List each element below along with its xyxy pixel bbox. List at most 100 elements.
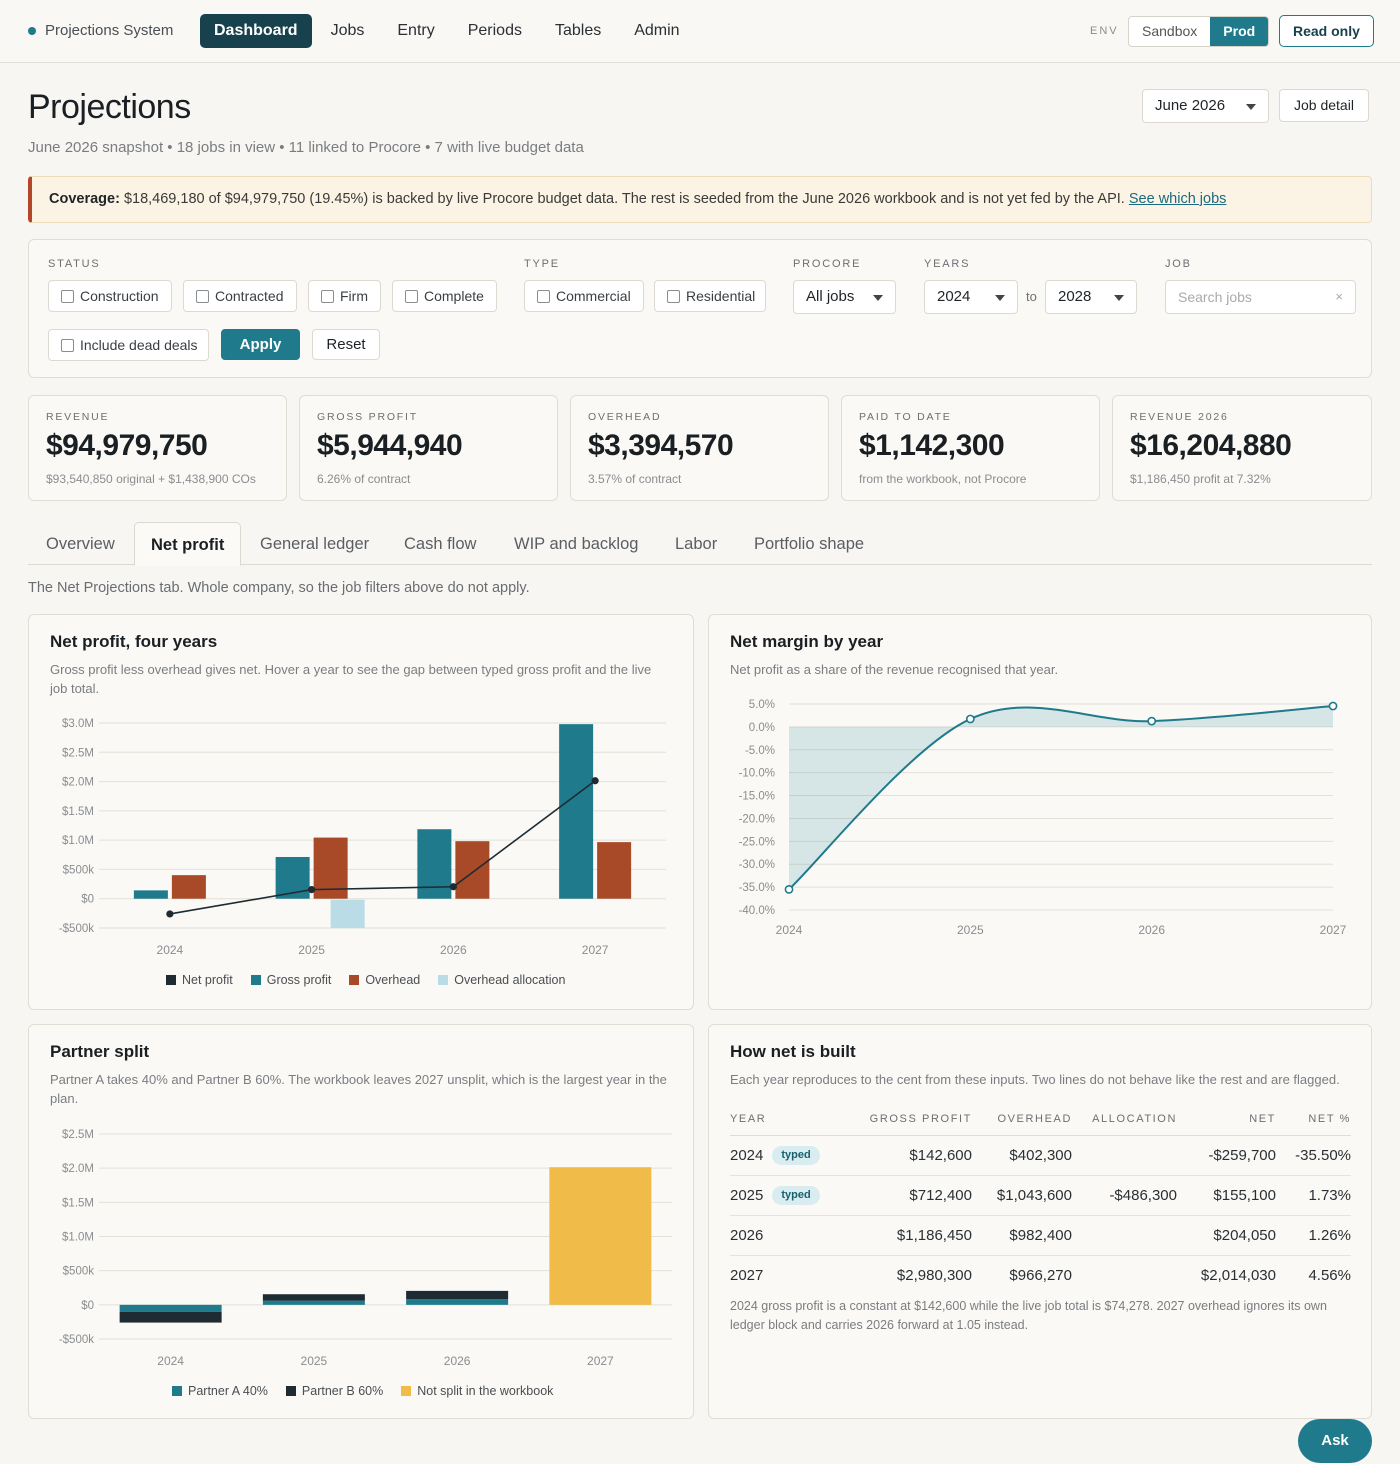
see-which-jobs-link[interactable]: See which jobs: [1129, 191, 1227, 207]
nav-periods[interactable]: Periods: [454, 14, 536, 48]
nav-jobs[interactable]: Jobs: [317, 14, 379, 48]
kpi-label: PAID TO DATE: [859, 411, 952, 423]
y-tick-label: $0: [81, 894, 94, 906]
job-label: JOB: [1165, 258, 1192, 270]
chevron-down-icon: [1246, 104, 1256, 110]
cell-gross: $1,186,450: [850, 1215, 972, 1256]
y-tick-label: $1.5M: [62, 806, 94, 818]
table-row: 2024 typed $142,600 $402,300 -$259,700 -3…: [730, 1135, 1351, 1176]
partner-split-card: Partner split Partner A takes 40% and Pa…: [28, 1024, 694, 1419]
y-tick-label: -$500k: [59, 923, 94, 935]
tab-overview[interactable]: Overview: [46, 522, 115, 565]
status-firm-checkbox[interactable]: Firm: [308, 280, 381, 312]
cell-year: 2024 typed: [730, 1135, 850, 1176]
x-tick-label: 2025: [298, 943, 325, 957]
nav-entry[interactable]: Entry: [383, 14, 448, 48]
type-commercial-checkbox[interactable]: Commercial: [524, 280, 644, 312]
brand[interactable]: Projections System: [28, 22, 173, 39]
y-tick-label: -15.0%: [739, 791, 775, 803]
kpi-label: REVENUE: [46, 411, 110, 423]
x-tick-label: 2026: [444, 1354, 471, 1368]
partner-split-bar: [119, 1304, 222, 1312]
kpi-note: $93,540,850 original + $1,438,900 COs: [46, 472, 256, 486]
x-tick-label: 2026: [1138, 923, 1165, 937]
read-only-button[interactable]: Read only: [1279, 15, 1374, 47]
cell-year: 2025 typed: [730, 1175, 850, 1216]
kpi-overhead: OVERHEAD $3,394,570 3.57% of contract: [570, 395, 829, 501]
kpi-label: REVENUE 2026: [1130, 411, 1229, 423]
net-profit-point: [591, 777, 599, 785]
y-tick-label: -$500k: [59, 1334, 94, 1346]
gross-profit-bar: [417, 829, 452, 899]
nav-dashboard[interactable]: Dashboard: [200, 14, 312, 48]
coverage-label: Coverage:: [49, 191, 120, 207]
tab-general-ledger[interactable]: General ledger: [260, 522, 369, 565]
ask-button[interactable]: Ask: [1298, 1419, 1372, 1463]
cell-overhead: $966,270: [1009, 1266, 1072, 1284]
cell-net-pct: 4.56%: [1308, 1266, 1351, 1284]
cell-net-pct: 1.26%: [1276, 1215, 1351, 1256]
procore-value: All jobs: [806, 288, 855, 305]
cell-net: $2,014,030: [1200, 1266, 1276, 1284]
tab-wip-backlog[interactable]: WIP and backlog: [514, 522, 638, 565]
col-net-pct: NET %: [1276, 1103, 1351, 1136]
tab-portfolio-shape[interactable]: Portfolio shape: [754, 522, 864, 565]
status-complete-checkbox[interactable]: Complete: [392, 280, 497, 312]
years-label: YEARS: [924, 258, 971, 270]
tab-labor[interactable]: Labor: [675, 522, 717, 565]
y-tick-label: $0: [81, 1300, 94, 1312]
kpi-value: $3,394,570: [588, 429, 734, 462]
tab-bar: Overview Net profit General ledger Cash …: [28, 522, 1372, 566]
reset-button[interactable]: Reset: [312, 329, 380, 360]
net-margin-card: Net margin by year Net profit as a share…: [708, 614, 1372, 1010]
cell-overhead: $982,400: [972, 1215, 1072, 1256]
partner-split-bar: [262, 1294, 365, 1301]
clear-icon[interactable]: ×: [1335, 281, 1343, 313]
apply-button[interactable]: Apply: [221, 329, 300, 360]
env-label: ENV: [1090, 25, 1119, 37]
nav-tables[interactable]: Tables: [541, 14, 615, 48]
month-select[interactable]: June 2026: [1142, 89, 1269, 123]
how-net-card: How net is built Each year reproduces to…: [708, 1024, 1372, 1419]
y-tick-label: $2.5M: [62, 747, 94, 759]
nav-admin[interactable]: Admin: [620, 14, 693, 48]
overhead-allocation-bar: [330, 899, 365, 929]
status-contracted-checkbox[interactable]: Contracted: [183, 280, 297, 312]
kpi-revenue-2026: REVENUE 2026 $16,204,880 $1,186,450 prof…: [1112, 395, 1372, 501]
type-residential-checkbox[interactable]: Residential: [654, 280, 766, 312]
col-gross-profit: GROSS PROFIT: [850, 1103, 972, 1136]
chart-legend: Partner A 40% Partner B 60% Not split in…: [172, 1384, 553, 1398]
partner-split-chart: $2.5M $2.0M $1.5M $1.0M $500k $0 -$500k 2024 202…: [59, 1129, 672, 1368]
dead-deals-checkbox[interactable]: Include dead deals: [48, 329, 209, 361]
table-footnote: 2024 gross profit is a constant at $142,…: [730, 1299, 1327, 1332]
cell-net-pct: 1.73%: [1276, 1175, 1351, 1216]
x-tick-label: 2024: [157, 943, 184, 957]
year-from-value: 2024: [937, 288, 971, 305]
x-tick-label: 2026: [440, 943, 467, 957]
net-profit-line: [169, 780, 596, 915]
status-construction-checkbox[interactable]: Construction: [48, 280, 172, 312]
year-to-value: 2028: [1058, 288, 1092, 305]
x-tick-label: 2024: [157, 1354, 184, 1368]
kpi-note: from the workbook, not Procore: [859, 472, 1027, 486]
tab-net-profit[interactable]: Net profit: [134, 522, 242, 566]
year-from-select[interactable]: 2024: [924, 280, 1018, 314]
y-tick-label: -25.0%: [739, 836, 775, 848]
env-sandbox[interactable]: Sandbox: [1129, 17, 1210, 46]
cell-year: 2027: [730, 1266, 764, 1284]
tab-cash-flow[interactable]: Cash flow: [404, 522, 476, 565]
year-to-select[interactable]: 2028: [1045, 280, 1137, 314]
env-prod[interactable]: Prod: [1210, 17, 1269, 46]
x-tick-label: 2027: [582, 943, 609, 957]
cell-net: $204,050: [1177, 1215, 1276, 1256]
job-detail-button[interactable]: Job detail: [1279, 89, 1369, 122]
legend-unsplit: Not split in the workbook: [401, 1384, 553, 1398]
top-bar: Projections System Dashboard Jobs Entry …: [0, 0, 1400, 63]
partner-split-bar: [406, 1290, 509, 1300]
net-margin-point: [1147, 716, 1157, 726]
table-row: 2025 typed $712,400 $1,043,600 -$486,300 …: [730, 1175, 1351, 1216]
job-search-input[interactable]: Search jobs ×: [1165, 280, 1356, 314]
kpi-gross-profit: GROSS PROFIT $5,944,940 6.26% of contrac…: [299, 395, 558, 501]
procore-select[interactable]: All jobs: [793, 280, 896, 314]
kpi-note: 6.26% of contract: [317, 472, 411, 486]
